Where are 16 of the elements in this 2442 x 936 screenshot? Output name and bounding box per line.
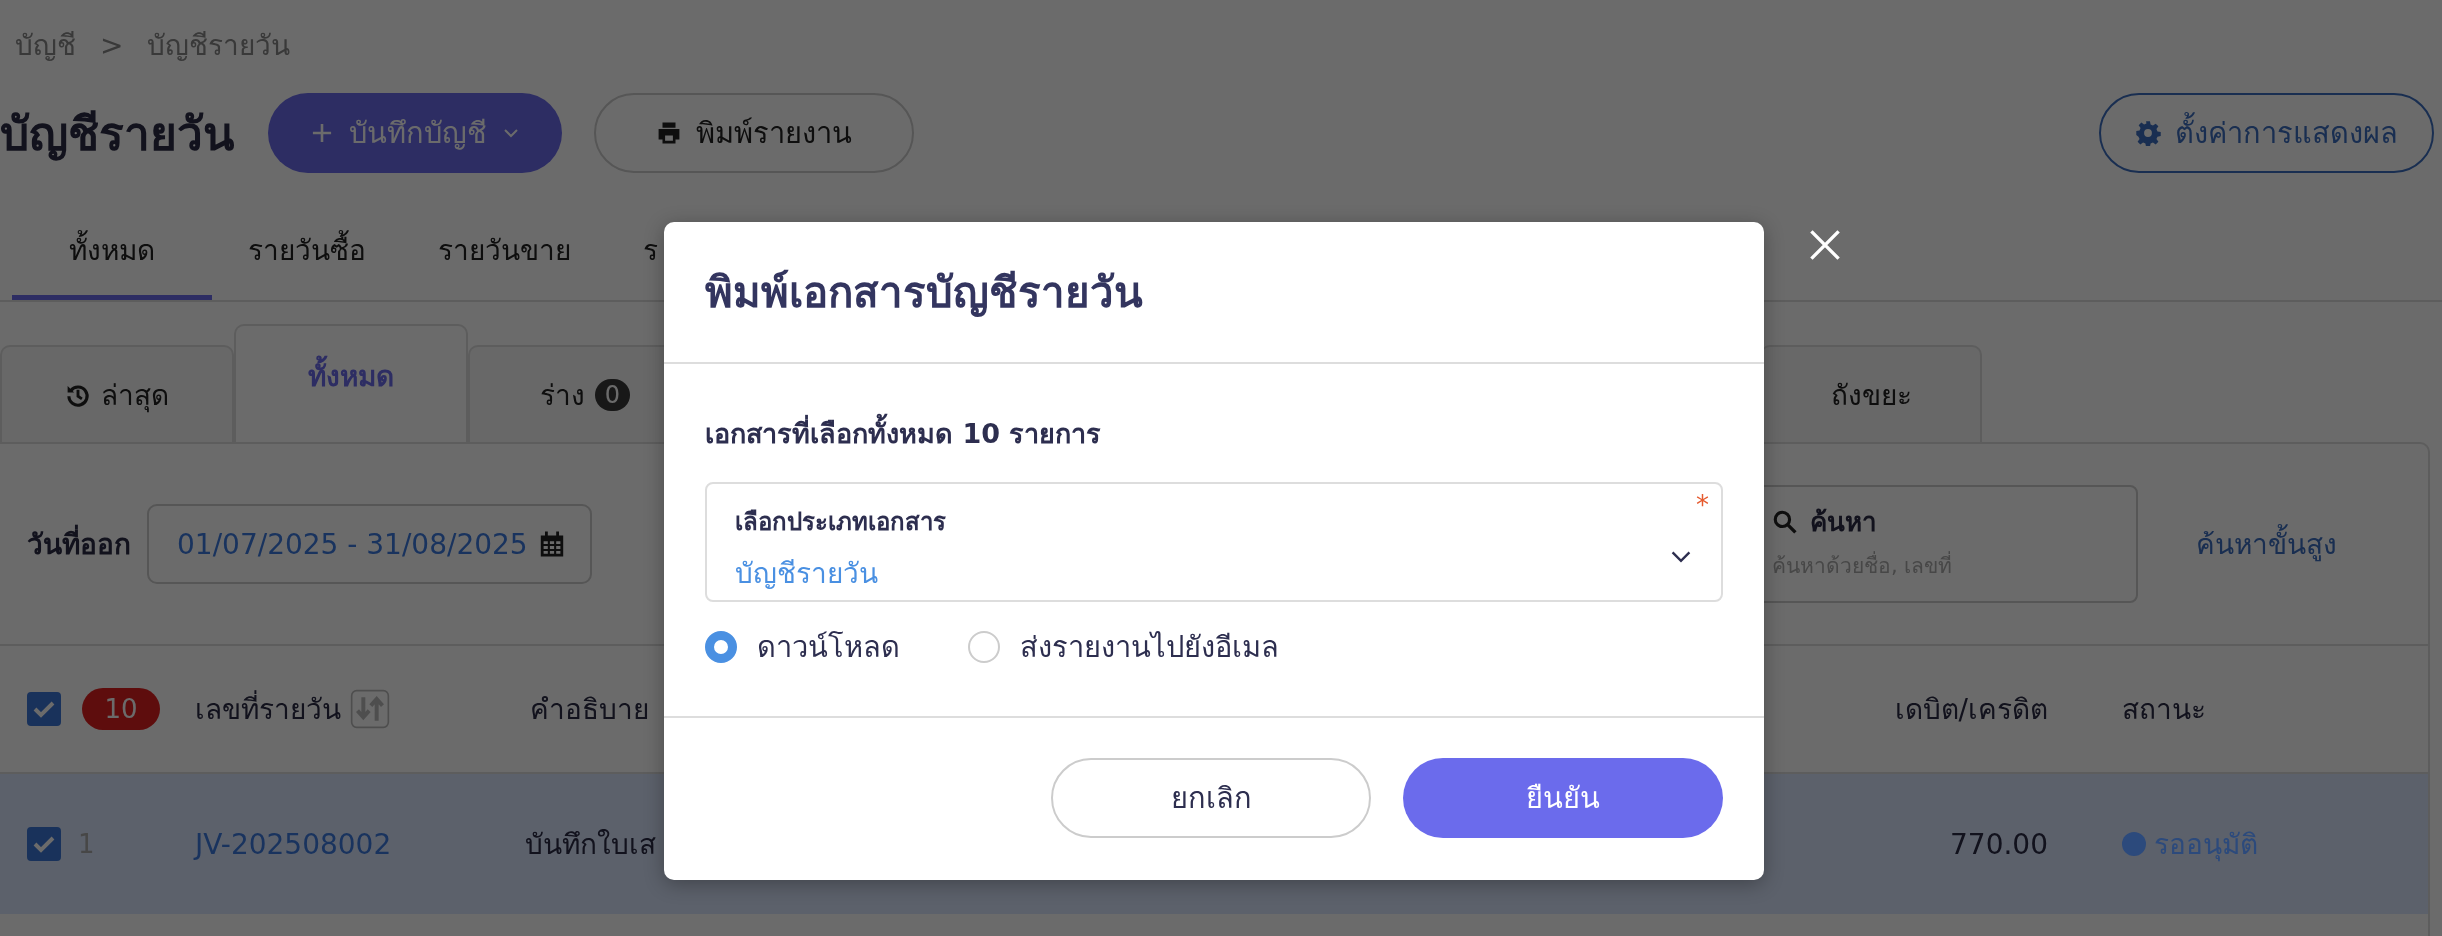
column-header: สถานะ (2122, 692, 2206, 728)
breadcrumb-separator: > (100, 28, 124, 62)
table-cell: 770.00 (1950, 827, 2048, 861)
select-value: บัญชีรายวัน (735, 556, 879, 592)
select-label: เลือกประเภทเอกสาร (735, 507, 947, 538)
date-label: วันที่ออก (27, 522, 131, 566)
count-badge: 0 (594, 378, 631, 411)
required-mark: * (1696, 490, 1709, 520)
column-header: เดบิต/เครดิต (1894, 692, 2048, 728)
table-cell-text: บันทึกใบเส (525, 827, 656, 863)
selected-count-badge: 10 (82, 688, 160, 730)
page-title: บัญชีรายวัน (0, 105, 234, 163)
column-header: คำอธิบาย (530, 692, 649, 728)
dialog-title: พิมพ์เอกสารบัญชีรายวัน (705, 267, 1143, 319)
search-label: ค้นหา (1810, 506, 1877, 539)
selection-summary: เอกสารที่เลือกทั้งหมด 10 รายการ (705, 412, 1723, 460)
